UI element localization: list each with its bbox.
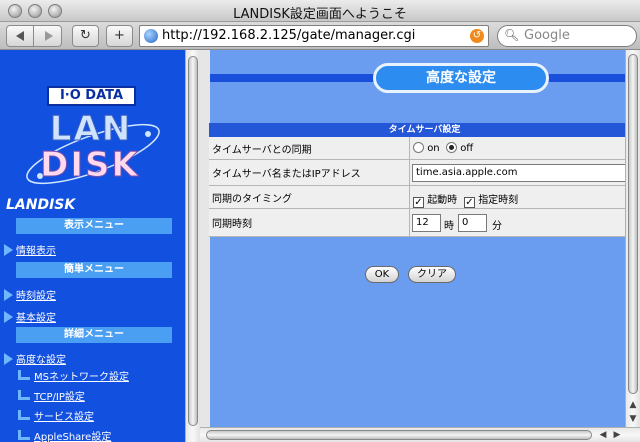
sidebar-link-advanced[interactable]: 高度な設定 xyxy=(4,351,66,366)
frame-divider xyxy=(200,50,210,427)
menu-header-display: 表示メニュー xyxy=(16,218,172,234)
row-timing: 同期のタイミング ✓ 起動時 ✓ 指定時刻 xyxy=(209,186,640,209)
back-arrow-icon xyxy=(16,31,24,41)
logo-text-lan: LAN xyxy=(49,109,133,149)
snapback-icon[interactable]: ↺ xyxy=(470,29,484,43)
sidebar-link-time[interactable]: 時刻設定 xyxy=(4,287,56,302)
row-server: タイムサーバ名またはIPアドレス time.asia.apple.com xyxy=(209,160,640,186)
reload-button[interactable]: ↻ xyxy=(72,25,99,47)
main-frame-hscrollbar[interactable]: ◀ ▶ xyxy=(200,427,640,442)
triangle-icon xyxy=(4,353,13,365)
hour-unit: 時 xyxy=(444,221,454,232)
column-divider xyxy=(409,186,410,208)
sidebar-link-info[interactable]: 情報表示 xyxy=(4,242,56,257)
triangle-icon xyxy=(4,311,13,323)
scroll-down-arrow-icon[interactable]: ▼ xyxy=(626,412,640,426)
main-hscroll-thumb[interactable] xyxy=(206,430,592,440)
nav-scroll-thumb[interactable] xyxy=(188,56,198,426)
menu-header-detail: 詳細メニュー xyxy=(16,327,172,343)
timing-label: 同期のタイミング xyxy=(212,193,292,205)
search-field[interactable]: 🔍︎ Google xyxy=(497,25,637,47)
nav-frame-scrollbar[interactable] xyxy=(185,50,200,442)
column-divider xyxy=(409,137,410,159)
minute-unit: 分 xyxy=(492,221,502,232)
radio-on[interactable] xyxy=(413,142,424,153)
page-content: I·O DATA LAN DISK LANDISK 表示メニュー 情報表示 簡単… xyxy=(0,50,640,442)
sub-arrow-icon xyxy=(18,370,30,380)
main-frame-vscrollbar[interactable]: ▲ ▼ xyxy=(625,50,640,427)
sidebar-sublink-service[interactable]: サービス設定 xyxy=(18,408,94,423)
search-icon: 🔍︎ xyxy=(504,28,520,42)
row-sync-time: 同期時刻 12 時 0 分 xyxy=(209,209,640,237)
url-text: http://192.168.2.125/gate/manager.cgi xyxy=(162,28,416,43)
sidebar-heading: LANDISK xyxy=(6,197,76,213)
search-placeholder: Google xyxy=(524,28,570,43)
sidebar-link-basic[interactable]: 基本設定 xyxy=(4,309,56,324)
triangle-icon xyxy=(4,244,13,256)
server-label: タイムサーバ名またはIPアドレス xyxy=(212,169,361,180)
sidebar-sublink-appleshare[interactable]: AppleShare設定 xyxy=(18,428,111,442)
sidebar-sublink-tcpip[interactable]: TCP/IP設定 xyxy=(18,388,85,403)
checkbox-scheduled-option[interactable]: ✓ 指定時刻 xyxy=(464,191,518,208)
sub-arrow-icon xyxy=(18,390,30,400)
iodata-logo: I·O DATA xyxy=(47,86,136,106)
row-sync: タイムサーバとの同期 on off xyxy=(209,137,640,160)
hour-input[interactable]: 12 xyxy=(412,214,441,232)
plus-icon: + xyxy=(114,28,125,43)
minute-input[interactable]: 0 xyxy=(458,214,487,232)
radio-off-option[interactable]: off xyxy=(446,142,473,154)
add-bookmark-button[interactable]: + xyxy=(106,25,133,47)
forward-button[interactable] xyxy=(35,26,62,46)
forward-arrow-icon xyxy=(45,31,53,41)
scroll-left-arrow-icon[interactable]: ◀ xyxy=(596,428,610,442)
ok-button[interactable]: OK xyxy=(365,266,399,283)
scroll-right-arrow-icon[interactable]: ▶ xyxy=(610,428,624,442)
browser-toolbar: ↻ + http://192.168.2.125/gate/manager.cg… xyxy=(0,22,640,50)
title-bar: LANDISK設定画面へようこそ xyxy=(0,0,640,22)
column-divider xyxy=(409,209,410,236)
radio-off[interactable] xyxy=(446,142,457,153)
scroll-up-arrow-icon[interactable]: ▲ xyxy=(626,398,640,412)
clear-button[interactable]: クリア xyxy=(408,266,456,283)
logo-text-disk: DISK xyxy=(40,145,140,185)
back-forward-group xyxy=(6,25,62,47)
column-divider xyxy=(409,160,410,185)
main-frame: 高度な設定 タイムサーバ設定 タイムサーバとの同期 on off タイムサーバ名… xyxy=(200,50,640,427)
page-title: 高度な設定 xyxy=(373,63,549,93)
browser-window: LANDISK設定画面へようこそ ↻ + http://192.168.2.12… xyxy=(0,0,640,442)
server-input[interactable]: time.asia.apple.com xyxy=(412,164,638,182)
sync-label: タイムサーバとの同期 xyxy=(212,144,312,156)
section-title: タイムサーバ設定 xyxy=(209,123,640,137)
window-title: LANDISK設定画面へようこそ xyxy=(233,7,407,22)
menu-header-simple: 簡単メニュー xyxy=(16,262,172,278)
sub-arrow-icon xyxy=(18,410,30,420)
sidebar-sublink-ms-network[interactable]: MSネットワーク設定 xyxy=(18,368,129,383)
checkbox-boot[interactable]: ✓ xyxy=(413,197,424,208)
reload-icon: ↻ xyxy=(80,28,91,43)
radio-on-option[interactable]: on xyxy=(413,142,440,154)
address-bar[interactable]: http://192.168.2.125/gate/manager.cgi ↺ xyxy=(139,25,489,47)
checkbox-scheduled[interactable]: ✓ xyxy=(464,197,475,208)
triangle-icon xyxy=(4,289,13,301)
main-vscroll-thumb[interactable] xyxy=(628,54,638,394)
sub-arrow-icon xyxy=(18,430,30,440)
checkbox-boot-option[interactable]: ✓ 起動時 xyxy=(413,191,457,208)
nav-frame: I·O DATA LAN DISK LANDISK 表示メニュー 情報表示 簡単… xyxy=(0,50,185,442)
back-button[interactable] xyxy=(7,26,34,46)
sync-time-label: 同期時刻 xyxy=(212,219,252,230)
globe-icon xyxy=(144,29,158,43)
